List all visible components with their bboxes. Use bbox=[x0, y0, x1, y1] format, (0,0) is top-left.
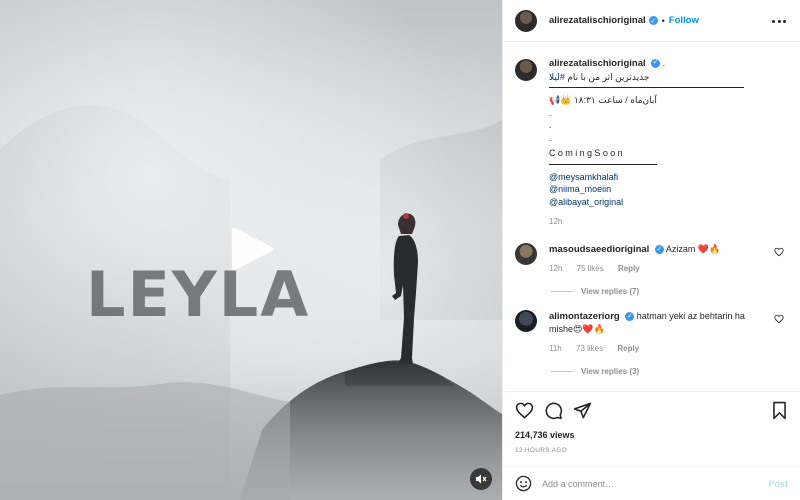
views-count[interactable]: 214,736 views bbox=[515, 430, 788, 440]
view-replies-dash bbox=[551, 370, 573, 372]
heart-icon[interactable] bbox=[515, 401, 534, 420]
verified-badge-icon: ✓ bbox=[648, 16, 658, 25]
caption-text: جدیدترین اثر من با نام bbox=[567, 71, 650, 82]
view-replies-label: View replies (7) bbox=[581, 286, 640, 296]
comment-likes[interactable]: 73 likes bbox=[576, 344, 603, 353]
comment-username[interactable]: masoudsaeedioriginal bbox=[549, 244, 649, 255]
post-timestamp: 12 HOURS AGO bbox=[515, 447, 568, 454]
video-title-overlay: LEYLA bbox=[86, 258, 311, 331]
mute-button[interactable] bbox=[470, 468, 492, 490]
comment-body: alimontazeriorg ✓ hatman yeki az behtari… bbox=[549, 310, 764, 355]
post-sidebar: alirezatalischioriginal ✓ • Follow alire… bbox=[502, 0, 800, 500]
header-username[interactable]: alirezatalischioriginal bbox=[549, 15, 646, 26]
post-modal: LEYLA alirezatalischioriginal ✓ • Follow bbox=[0, 0, 800, 500]
comment-icon[interactable] bbox=[544, 401, 563, 420]
bookmark-icon[interactable] bbox=[771, 401, 788, 420]
caption-avatar[interactable] bbox=[515, 59, 537, 81]
comment-heart-icon[interactable] bbox=[774, 314, 784, 324]
caption-mention[interactable]: @alibayat_original bbox=[549, 196, 774, 209]
play-button[interactable] bbox=[231, 226, 275, 272]
follow-button[interactable]: Follow bbox=[669, 15, 699, 26]
verified-badge-icon: ✓ bbox=[651, 59, 661, 69]
post-comment-button[interactable]: Post bbox=[768, 479, 788, 489]
view-replies-button[interactable]: View replies (3) bbox=[551, 367, 788, 376]
comment-input[interactable] bbox=[542, 478, 769, 489]
comment-avatar[interactable] bbox=[515, 242, 537, 265]
caption-divider bbox=[549, 87, 744, 88]
add-comment-bar: Post bbox=[503, 466, 800, 500]
post-header: alirezatalischioriginal ✓ • Follow bbox=[503, 0, 800, 42]
caption-date-line: آبان‌ماه / ساعت ۱۸:۳۱ 👑📢 bbox=[549, 94, 657, 107]
header-user: alirezatalischioriginal ✓ • Follow bbox=[549, 15, 699, 26]
comment-body: masoudsaeedioriginal ✓ Azizam ❤️🔥 12h 75… bbox=[549, 243, 764, 275]
caption-mention[interactable]: @meysamkhalafi bbox=[549, 171, 774, 184]
share-icon[interactable] bbox=[573, 401, 592, 420]
comment-item: alimontazeriorg ✓ hatman yeki az behtari… bbox=[515, 309, 788, 355]
caption-dot-line: . bbox=[549, 120, 552, 130]
comment-item: masoudsaeedioriginal ✓ Azizam ❤️🔥 12h 75… bbox=[515, 242, 788, 275]
comment-likes[interactable]: 75 likes bbox=[577, 264, 604, 273]
caption-dot-line: . bbox=[549, 132, 552, 143]
post-actions: 214,736 views 12 HOURS AGO bbox=[503, 391, 800, 458]
caption-coming-soon: ComingSoon bbox=[549, 148, 626, 158]
action-icons bbox=[515, 396, 788, 424]
reply-button[interactable]: Reply bbox=[617, 344, 639, 353]
caption-line1: جدیدترین اثر من با نام #لیلا bbox=[549, 71, 649, 84]
comment-username[interactable]: alimontazeriorg bbox=[549, 311, 620, 322]
caption: alirezatalischioriginal ✓ . جدیدترین اثر… bbox=[515, 57, 788, 229]
caption-hashtag[interactable]: #لیلا bbox=[549, 72, 565, 82]
caption-time: 12h bbox=[549, 217, 563, 226]
view-replies-dash bbox=[551, 290, 573, 292]
view-replies-label: View replies (3) bbox=[581, 366, 640, 376]
reply-button[interactable]: Reply bbox=[618, 264, 640, 273]
caption-divider bbox=[549, 163, 657, 165]
more-options-icon[interactable] bbox=[772, 14, 786, 28]
comment-text: Azizam ❤️🔥 bbox=[665, 243, 721, 254]
caption-date: آبان‌ماه / ساعت ۱۸:۳۱ bbox=[573, 95, 657, 105]
view-replies-button[interactable]: View replies (7) bbox=[551, 287, 788, 296]
comment-meta: 12h 75 likes Reply bbox=[549, 262, 764, 275]
video-player[interactable]: LEYLA bbox=[0, 0, 502, 500]
caption-dot: . bbox=[662, 58, 666, 68]
verified-badge-icon: ✓ bbox=[625, 311, 635, 321]
caption-body: alirezatalischioriginal ✓ . جدیدترین اثر… bbox=[549, 57, 774, 229]
avatar[interactable] bbox=[515, 9, 537, 32]
verified-badge-icon: ✓ bbox=[654, 244, 664, 254]
emoji-icon[interactable] bbox=[515, 475, 532, 492]
play-icon bbox=[232, 227, 274, 271]
comments-list[interactable]: alirezatalischioriginal ✓ . جدیدترین اثر… bbox=[503, 43, 800, 391]
mute-icon bbox=[476, 474, 487, 484]
comment-heart-icon[interactable] bbox=[774, 247, 784, 257]
comment-avatar[interactable] bbox=[515, 309, 537, 332]
caption-date-emojis: 👑📢 bbox=[549, 95, 572, 105]
caption-username[interactable]: alirezatalischioriginal bbox=[549, 58, 646, 69]
comment-time: 12h bbox=[549, 263, 563, 273]
comment-meta: 11h 73 likes Reply bbox=[549, 342, 764, 355]
caption-mention[interactable]: @niima_moeiin bbox=[549, 183, 774, 196]
header-separator: • bbox=[661, 15, 665, 26]
caption-dot-line: . bbox=[549, 107, 552, 118]
comment-time: 11h bbox=[549, 343, 562, 353]
